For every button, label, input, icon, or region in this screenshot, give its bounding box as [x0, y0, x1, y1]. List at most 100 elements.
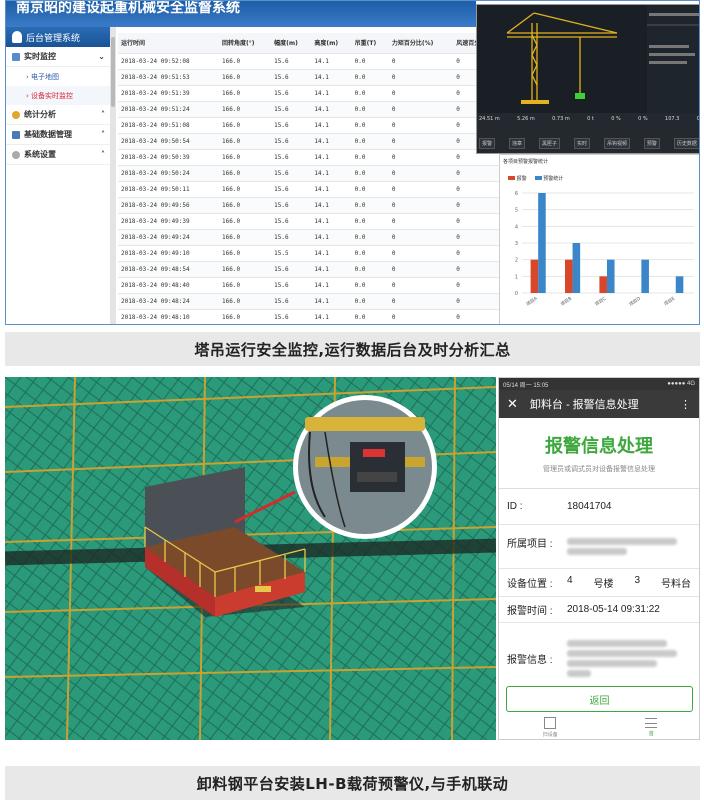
table-cell: 0.0	[351, 213, 389, 230]
table-row[interactable]: 2018-03-24 09:49:24 166.0 15.6 14.1 0.0 0 0	[118, 229, 502, 246]
table-row[interactable]: 2018-03-24 09:51:24 166.0 15.6 14.1 0.0 0 0	[118, 101, 502, 118]
table-cell: 0	[388, 53, 454, 70]
table-row[interactable]: 2018-03-24 09:49:56 166.0 15.6 14.1 0.0 0 0	[118, 197, 502, 214]
table-cell: 2018-03-24 09:50:24	[118, 165, 220, 182]
table-row[interactable]: 2018-03-24 09:51:08 166.0 15.6 14.1 0.0 0 0	[118, 117, 502, 134]
project-value-blurred	[567, 535, 691, 558]
crane-panel-button[interactable]: 吊钩视频	[603, 138, 630, 149]
user-icon	[12, 31, 22, 43]
caption-top: 塔吊运行安全监控,运行数据后台及时分析汇总	[5, 332, 700, 366]
sidebar-item-basedata[interactable]: 基础数据管理 ˄	[6, 125, 111, 145]
crane-panel-button[interactable]: 黑匣子	[538, 138, 560, 149]
table-cell: 0	[388, 181, 454, 198]
table-cell: 2018-03-24 09:51:24	[118, 101, 220, 118]
tab-label: 首	[648, 731, 654, 737]
table-row[interactable]: 2018-03-24 09:48:24 166.0 15.6 14.1 0.0 0 0	[118, 293, 502, 310]
sidebar-item-label: 系统设置	[24, 150, 56, 159]
sidebar-subitem-label: 设备实时监控	[31, 91, 74, 100]
crane-readout: 0 %	[638, 116, 648, 122]
table-cell: 2018-03-24 09:49:56	[118, 197, 220, 214]
sidebar-item-label: 统计分析	[24, 110, 56, 119]
crane-panel-button[interactable]: 历史数据	[673, 138, 699, 149]
table-row[interactable]: 2018-03-24 09:49:10 166.0 15.5 14.1 0.0 0 0	[118, 245, 502, 262]
location-row: 设备位置 : 4 号楼 3 号料台	[499, 569, 699, 597]
table-cell: 166.0	[219, 69, 272, 86]
table-cell: 2018-03-24 09:50:39	[118, 149, 220, 166]
legend-item-alarm: 报警	[508, 175, 527, 182]
hook-icon	[575, 93, 585, 99]
crane-panel-button[interactable]: 违章	[508, 138, 525, 149]
sidebar-item-realtime[interactable]: 实时监控 ⌄	[6, 47, 111, 67]
tab-home[interactable]: 首	[645, 715, 658, 739]
table-row[interactable]: 2018-03-24 09:48:40 166.0 15.6 14.1 0.0 0 0	[118, 277, 502, 294]
table-cell: 0	[453, 245, 502, 262]
sidebar-subitem-device-monitor[interactable]: › 设备实时监控	[6, 86, 111, 105]
crane-panel-button[interactable]: 实时	[573, 138, 590, 149]
bar[interactable]	[572, 243, 581, 293]
scrollbar-thumb[interactable]	[111, 37, 115, 107]
table-cell: 15.6	[271, 293, 312, 310]
table-cell: 0.0	[351, 165, 389, 182]
bar[interactable]	[641, 259, 649, 293]
bar[interactable]	[530, 259, 539, 293]
table-row[interactable]: 2018-03-24 09:49:39 166.0 15.6 14.1 0.0 0 0	[118, 213, 502, 230]
crane-readout: 107.3	[665, 116, 680, 122]
sidebar-item-stats[interactable]: 统计分析 ˄	[6, 105, 111, 125]
sidebar-scrollbar[interactable]	[110, 27, 116, 324]
table-row[interactable]: 2018-03-24 09:48:54 166.0 15.6 14.1 0.0 0 0	[118, 261, 502, 278]
sidebar-item-label: 基础数据管理	[24, 130, 72, 139]
table-cell: 166.0	[219, 277, 272, 294]
table-cell: 15.6	[271, 101, 312, 118]
crane-panel-button[interactable]: 报警	[479, 138, 496, 149]
back-button[interactable]: 返回	[506, 686, 693, 712]
more-icon[interactable]: ⋮	[680, 398, 691, 411]
column-header: 幅度(m)	[271, 33, 312, 54]
sidebar-subitem-map[interactable]: › 电子地图	[6, 67, 111, 86]
table-cell: 0.0	[351, 261, 389, 278]
close-icon[interactable]: ✕	[507, 396, 518, 412]
table-row[interactable]: 2018-03-24 09:50:54 166.0 15.6 14.1 0.0 0 0	[118, 133, 502, 150]
table-row[interactable]: 2018-03-24 09:52:08 166.0 15.6 14.1 0.0 0 0	[118, 53, 502, 70]
bar[interactable]	[599, 276, 607, 293]
table-cell: 0.0	[351, 277, 389, 294]
scan-icon	[544, 717, 557, 729]
table-row[interactable]: 2018-03-24 09:50:11 166.0 15.6 14.1 0.0 0 0	[118, 181, 502, 198]
table-row[interactable]: 2018-03-24 09:51:39 166.0 15.6 14.1 0.0 0 0	[118, 85, 502, 102]
table-cell: 2018-03-24 09:49:39	[118, 213, 220, 230]
y-tick-label: 4	[515, 224, 518, 230]
table-cell: 2018-03-24 09:49:24	[118, 229, 220, 246]
table-cell: 14.1	[311, 277, 352, 294]
column-header: 高度(m)	[311, 33, 352, 54]
tab-scan[interactable]: 扫设备	[543, 715, 558, 739]
table-cell: 14.1	[311, 149, 352, 166]
table-cell: 0.0	[351, 101, 389, 118]
table-cell: 0	[388, 229, 454, 246]
table-row[interactable]: 2018-03-24 09:48:10 166.0 15.6 14.1 0.0 0 0	[118, 309, 502, 324]
table-cell: 14.1	[311, 53, 352, 70]
bar[interactable]	[675, 276, 684, 293]
table-row[interactable]: 2018-03-24 09:50:24 166.0 15.6 14.1 0.0 0 0	[118, 165, 502, 182]
table-cell: 14.1	[311, 213, 352, 230]
table-row[interactable]: 2018-03-24 09:51:53 166.0 15.6 14.1 0.0 0 0	[118, 69, 502, 86]
table-cell: 2018-03-24 09:48:24	[118, 293, 220, 310]
column-header: 吊重(T)	[351, 33, 389, 54]
table-cell: 14.1	[311, 181, 352, 198]
table-cell: 0	[388, 197, 454, 214]
crane-readout: 0	[696, 116, 700, 122]
table-row[interactable]: 2018-03-24 09:50:39 166.0 15.6 14.1 0.0 0 0	[118, 149, 502, 166]
bar[interactable]	[538, 193, 546, 293]
table-cell: 15.6	[271, 229, 312, 246]
table-cell: 0.0	[351, 245, 389, 262]
crane-panel-button[interactable]: 预警	[643, 138, 660, 149]
table-cell: 14.1	[311, 117, 352, 134]
location-building: 4	[567, 575, 573, 586]
table-cell: 0	[388, 165, 454, 182]
table-cell: 2018-03-24 09:48:10	[118, 309, 220, 324]
bar[interactable]	[606, 259, 615, 293]
sidebar-item-settings[interactable]: 系统设置 ˄	[6, 145, 111, 165]
phone-header: ✕ 卸料台 - 报警信息处理 ⋮	[499, 390, 699, 418]
table-cell: 15.6	[271, 133, 312, 150]
bar[interactable]	[565, 259, 573, 293]
table-cell: 15.6	[271, 117, 312, 134]
table-cell: 14.1	[311, 293, 352, 310]
